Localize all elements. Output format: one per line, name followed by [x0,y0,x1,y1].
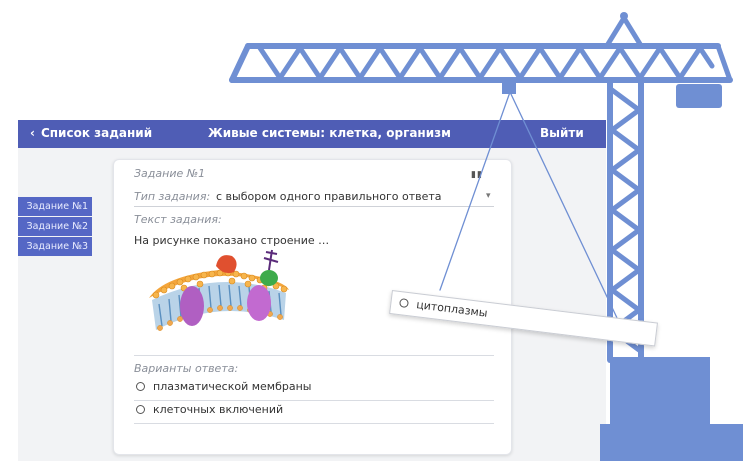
answer-text: цитоплазмы [415,298,489,320]
radio-button[interactable] [398,298,410,309]
crane-illustration [229,12,743,461]
